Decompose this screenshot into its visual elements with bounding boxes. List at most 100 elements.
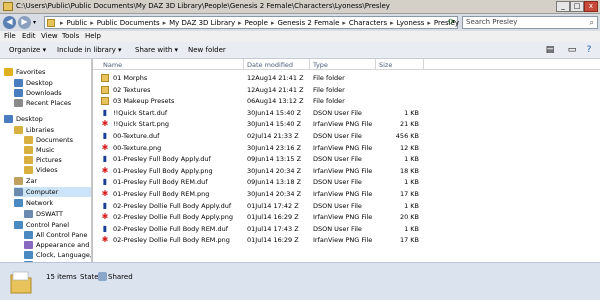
nav-item-libraries[interactable]: Libraries <box>14 125 91 135</box>
file-row[interactable]: ▮ 02-Presley Dollie Full Body Apply.duf 01… <box>93 201 600 212</box>
file-row[interactable]: ✱ 02-Presley Dollie Full Body REM.png 01Ju… <box>93 235 600 246</box>
breadcrumb-separator-icon[interactable]: ▸ <box>271 19 275 27</box>
file-row[interactable]: ▮ !!Quick Start.duf 30Jun14 15:40 Z DSON Us… <box>93 108 600 119</box>
control-panel-icon <box>14 221 23 229</box>
state-value: Shared <box>108 273 133 281</box>
folder-icon <box>3 2 13 11</box>
column-name[interactable]: Name <box>103 61 122 69</box>
refresh-icon[interactable]: ⟳ <box>448 17 455 26</box>
nav-item-pictures[interactable]: Pictures <box>24 155 91 165</box>
breadcrumb-item[interactable]: Characters <box>349 19 387 27</box>
breadcrumb-separator-icon[interactable]: ▸ <box>90 19 94 27</box>
file-row[interactable]: ▮ 02-Presley Dollie Full Body REM.duf 01Ju… <box>93 224 600 235</box>
navigation-pane: Favorites Desktop Downloads Recent Places De… <box>0 59 92 262</box>
nav-item-all-control-pane[interactable]: All Control Pane <box>24 230 91 240</box>
breadcrumb-item[interactable]: Presley <box>434 19 459 27</box>
nav-item-favorites[interactable]: Favorites <box>4 67 91 77</box>
file-date: 09Jun14 13:18 Z <box>247 178 302 187</box>
png-file-icon: ✱ <box>101 142 109 152</box>
breadcrumb-item[interactable]: My DAZ 3D Library <box>169 19 235 27</box>
address-bar[interactable]: ▸ Public ▸ Public Documents ▸ My DAZ 3D Libra… <box>44 16 459 29</box>
maximize-button[interactable]: □ <box>570 1 584 12</box>
file-row[interactable]: ✱ 01-Presley Full Body Apply.png 30Jun14 2… <box>93 166 600 177</box>
nav-item-computer[interactable]: Computer <box>14 187 91 197</box>
file-row[interactable]: 02 Textures 12Aug14 21:41 Z File folder <box>93 85 600 96</box>
breadcrumb-item[interactable]: Public Documents <box>97 19 160 27</box>
breadcrumb-item[interactable]: Public <box>67 19 88 27</box>
file-row[interactable]: ▮ 00-Texture.duf 02Jul14 21:33 Z DSON User … <box>93 131 600 142</box>
downloads-icon <box>14 89 23 97</box>
include-in-library-button[interactable]: Include in library ▾ <box>57 46 122 54</box>
nav-item-label: Libraries <box>26 126 55 134</box>
nav-item-videos[interactable]: Videos <box>24 165 91 175</box>
nav-item-downloads[interactable]: Downloads <box>14 88 91 98</box>
file-row[interactable]: 03 Makeup Presets 06Aug14 13:12 Z File fol… <box>93 96 600 107</box>
breadcrumb[interactable]: ▸ Public ▸ Public Documents ▸ My DAZ 3D Libra… <box>57 19 459 27</box>
change-view-icon[interactable]: ▤ <box>545 45 555 55</box>
nav-item-label: Clock, Language, <box>36 251 92 259</box>
nav-item-network[interactable]: Network <box>14 198 91 208</box>
nav-item-recent-places[interactable]: Recent Places <box>14 98 91 108</box>
help-icon[interactable]: ? <box>584 45 594 55</box>
file-row[interactable]: 01 Morphs 12Aug14 21:41 Z File folder <box>93 73 600 84</box>
window-title: C:\Users\Public\Public Documents\My DAZ … <box>16 2 390 10</box>
breadcrumb-separator-icon[interactable]: ▸ <box>342 19 346 27</box>
file-date: 30Jun14 15:40 Z <box>247 108 302 117</box>
clock-icon <box>24 251 33 259</box>
nav-item-music[interactable]: Music <box>24 145 91 155</box>
duf-file-icon: ▮ <box>102 107 108 117</box>
file-type: DSON User File <box>313 178 362 187</box>
file-row[interactable]: ▮ 01-Presley Full Body REM.duf 09Jun14 13:… <box>93 177 600 188</box>
file-row[interactable]: ✱ !!Quick Start.png 30Jun14 15:40 Z IrfanVi… <box>93 119 600 130</box>
menu-view[interactable]: View <box>41 32 58 40</box>
breadcrumb-separator-icon[interactable]: ▸ <box>427 19 431 27</box>
menu-help[interactable]: Help <box>85 32 101 40</box>
nav-item-desktop[interactable]: Desktop <box>14 78 91 88</box>
menu-tools[interactable]: Tools <box>62 32 79 40</box>
nav-item-control-panel[interactable]: Control Panel <box>14 220 91 230</box>
recent-pages-dropdown[interactable]: ▾ <box>33 19 36 26</box>
breadcrumb-separator-icon[interactable]: ▸ <box>238 19 242 27</box>
file-size: 20 KB <box>399 213 419 222</box>
forward-button[interactable]: ▶ <box>18 16 31 29</box>
new-folder-button[interactable]: New folder <box>188 46 226 54</box>
back-button[interactable]: ◀ <box>3 16 16 29</box>
menu-edit[interactable]: Edit <box>22 32 36 40</box>
file-row[interactable]: ▮ 01-Presley Full Body Apply.duf 09Jun14 1… <box>93 154 600 165</box>
nav-item-label: Documents <box>36 136 74 144</box>
file-name: 01-Presley Full Body REM.png <box>113 190 210 198</box>
file-row[interactable]: ✱ 00-Texture.png 30Jun14 23:16 Z IrfanView … <box>93 143 600 154</box>
file-row[interactable]: ✱ 01-Presley Full Body REM.png 30Jun14 20:… <box>93 189 600 200</box>
column-size[interactable]: Size <box>379 61 392 69</box>
breadcrumb-item[interactable]: Genesis 2 Female <box>277 19 339 27</box>
share-with-button[interactable]: Share with ▾ <box>135 46 178 54</box>
file-row[interactable]: ✱ 02-Presley Dollie Full Body Apply.png 01… <box>93 212 600 223</box>
column-date-modified[interactable]: Date modified <box>247 61 293 69</box>
search-input[interactable]: Search Presley ⌕ <box>462 16 598 29</box>
breadcrumb-separator-icon[interactable]: ▸ <box>163 19 167 27</box>
nav-item-zar[interactable]: Zar <box>14 176 91 186</box>
nav-item-label: Downloads <box>26 89 62 97</box>
breadcrumb-item[interactable]: Lyoness <box>397 19 425 27</box>
menu-bar: File Edit View Tools Help <box>0 31 600 42</box>
breadcrumb-separator-icon[interactable]: ▸ <box>390 19 394 27</box>
minimize-button[interactable]: _ <box>556 1 570 12</box>
breadcrumb-separator-icon[interactable]: ▸ <box>60 19 64 27</box>
nav-item-clock-language[interactable]: Clock, Language, <box>24 250 92 260</box>
nav-item-label: Computer <box>26 188 59 196</box>
file-type: DSON User File <box>313 108 362 117</box>
organize-button[interactable]: Organize ▾ <box>9 46 46 54</box>
user-icon <box>14 177 23 185</box>
nav-item-desktop[interactable]: Desktop <box>4 114 91 124</box>
close-button[interactable]: x <box>584 1 598 12</box>
column-type[interactable]: Type <box>313 61 328 69</box>
file-size: 1 KB <box>404 178 419 187</box>
nav-item-appearance-and[interactable]: Appearance and <box>24 240 91 250</box>
menu-file[interactable]: File <box>4 32 16 40</box>
nav-item-dswatt[interactable]: DSWATT <box>24 209 91 219</box>
preview-pane-icon[interactable]: ▭ <box>567 45 577 55</box>
file-type: IrfanView PNG File <box>313 190 373 198</box>
nav-item-documents[interactable]: Documents <box>24 135 91 145</box>
file-name: 02-Presley Dollie Full Body Apply.png <box>113 213 234 222</box>
breadcrumb-item[interactable]: People <box>245 19 268 27</box>
